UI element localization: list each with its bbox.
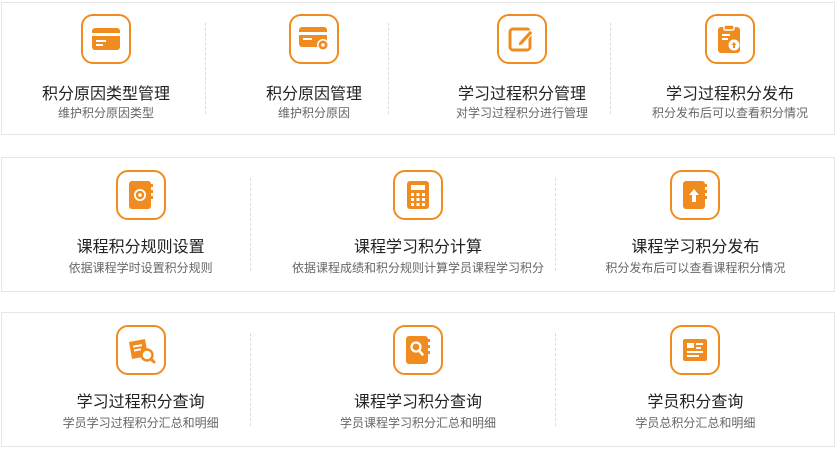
feature-card-reason[interactable]: 积分原因管理 维护积分原因 — [210, 3, 418, 134]
feature-title: 积分原因管理 — [265, 84, 362, 103]
feature-description: 维护积分原因类型 — [57, 106, 154, 120]
calculator-icon — [392, 170, 443, 220]
divider — [250, 333, 251, 426]
feature-card-course-calc[interactable]: 课程学习积分计算 依据课程成绩和积分规则计算学员课程学习积分 — [279, 158, 556, 291]
feature-title: 积分原因类型管理 — [41, 84, 170, 103]
feature-panel-row-1: 积分原因类型管理 维护积分原因类型 积分原因管理 维护积分原因 学习过程积分管理… — [1, 2, 835, 135]
feature-description: 依据课程学时设置积分规则 — [68, 261, 213, 275]
divider — [250, 178, 251, 271]
book-upload-icon — [670, 170, 721, 220]
divider — [388, 23, 389, 114]
feature-description: 对学习过程积分进行管理 — [455, 106, 588, 120]
feature-description: 依据课程成绩和积分规则计算学员课程学习积分 — [291, 261, 544, 275]
book-search-icon — [392, 325, 443, 375]
feature-title: 学习过程积分查询 — [76, 392, 205, 411]
feature-card-process-manage[interactable]: 学习过程积分管理 对学习过程积分进行管理 — [418, 3, 626, 134]
feature-description: 积分发布后可以查看课程积分情况 — [605, 261, 786, 275]
feature-card-course-publish[interactable]: 课程学习积分发布 积分发布后可以查看课程积分情况 — [557, 158, 834, 291]
feature-card-course-query[interactable]: 课程学习积分查询 学员课程学习积分汇总和明细 — [279, 313, 556, 446]
book-gear-icon — [115, 170, 166, 220]
feature-row: 积分原因类型管理 维护积分原因类型 积分原因管理 维护积分原因 学习过程积分管理… — [2, 3, 834, 134]
feature-card-reason-type[interactable]: 积分原因类型管理 维护积分原因类型 — [2, 3, 210, 134]
edit-icon — [497, 14, 547, 64]
feature-description: 学员总积分汇总和明细 — [635, 416, 756, 430]
feature-title: 课程学习积分查询 — [353, 392, 482, 411]
clipboard-upload-icon — [705, 14, 755, 64]
newspaper-icon — [670, 325, 721, 375]
feature-title: 课程学习积分计算 — [353, 237, 482, 256]
feature-card-course-rule[interactable]: 课程积分规则设置 依据课程学时设置积分规则 — [2, 158, 279, 291]
feature-title: 课程学习积分发布 — [631, 237, 760, 256]
feature-description: 学员学习过程积分汇总和明细 — [62, 416, 219, 430]
feature-panel-row-2: 课程积分规则设置 依据课程学时设置积分规则 课程学习积分计算 依据课程成绩和积分… — [1, 157, 835, 292]
divider — [610, 23, 611, 114]
feature-description: 学员课程学习积分汇总和明细 — [339, 416, 496, 430]
feature-description: 维护积分原因 — [277, 106, 350, 120]
feature-title: 课程积分规则设置 — [76, 237, 205, 256]
feature-title: 学员积分查询 — [647, 392, 744, 411]
document-search-icon — [115, 325, 166, 375]
feature-description: 积分发布后可以查看积分情况 — [651, 106, 808, 120]
card-settings-icon — [289, 14, 339, 64]
divider — [555, 178, 556, 271]
divider — [555, 333, 556, 426]
feature-row: 学习过程积分查询 学员学习过程积分汇总和明细 课程学习积分查询 学员课程学习积分… — [2, 313, 834, 446]
card-icon — [81, 14, 131, 64]
feature-title: 学习过程积分管理 — [457, 84, 586, 103]
divider — [205, 23, 206, 114]
feature-row: 课程积分规则设置 依据课程学时设置积分规则 课程学习积分计算 依据课程成绩和积分… — [2, 158, 834, 291]
feature-card-process-publish[interactable]: 学习过程积分发布 积分发布后可以查看积分情况 — [626, 3, 834, 134]
feature-title: 学习过程积分发布 — [665, 84, 794, 103]
feature-card-process-query[interactable]: 学习过程积分查询 学员学习过程积分汇总和明细 — [2, 313, 279, 446]
feature-card-student-query[interactable]: 学员积分查询 学员总积分汇总和明细 — [557, 313, 834, 446]
feature-panel-row-3: 学习过程积分查询 学员学习过程积分汇总和明细 课程学习积分查询 学员课程学习积分… — [1, 312, 835, 447]
